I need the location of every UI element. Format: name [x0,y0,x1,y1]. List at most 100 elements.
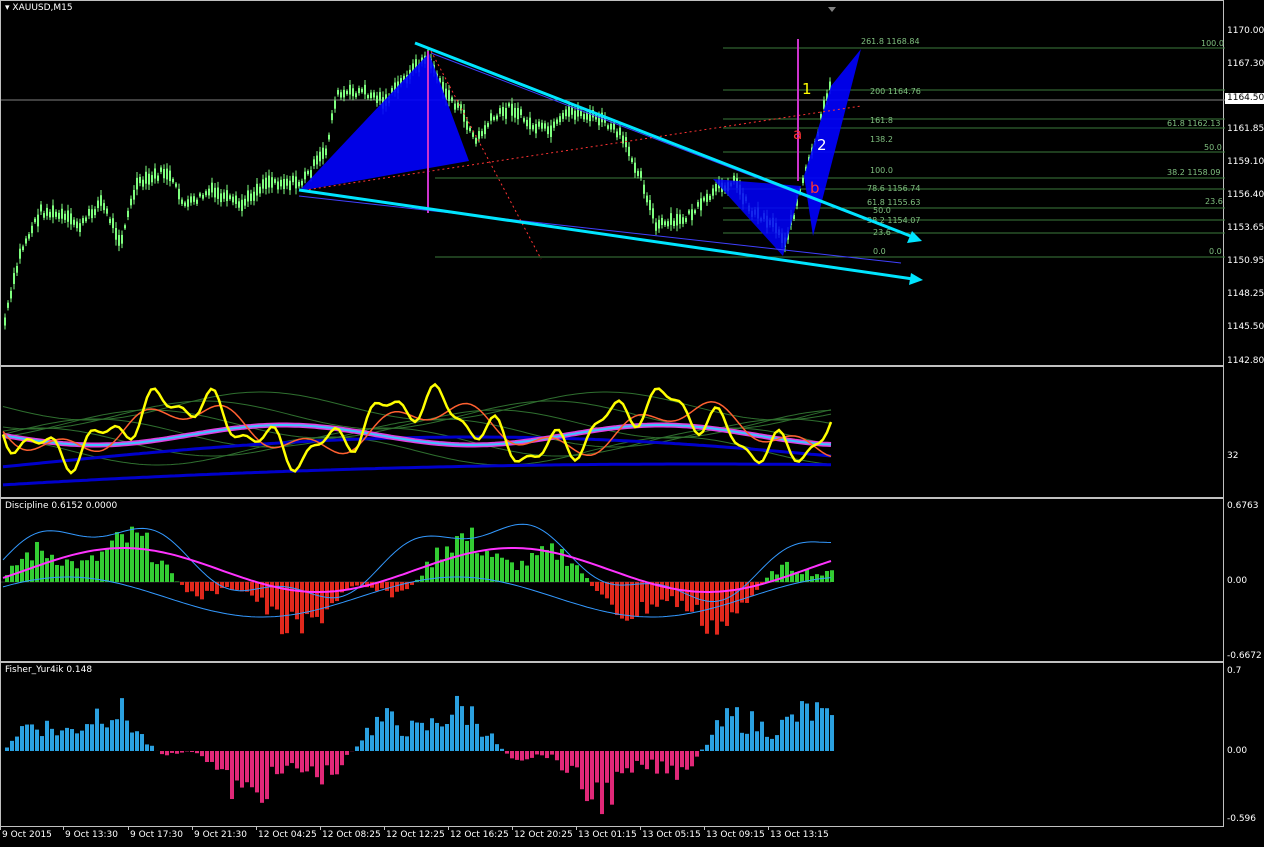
discipline-bar-negative [290,582,294,612]
discipline-bar-negative [355,582,359,586]
candle-body [346,90,348,95]
discipline-bar-negative [380,582,384,589]
price-chart-pane[interactable]: 261.8 1168.84 100.0 200 1164.76 161.8 61.8 1… [0,0,1225,367]
fisher-bar-negative [165,751,169,756]
candle-body [94,209,96,216]
price-axis-label: 1167.30 [1227,59,1264,69]
fisher-bar-positive [50,728,54,751]
candle-body [607,125,609,129]
discipline-bar-negative [595,582,599,591]
fibonacci-level-label: 38.2 1158.09 [1167,168,1220,177]
fisher-bar-negative [255,751,259,793]
candle-body [700,198,702,211]
discipline-bar-negative [610,582,614,605]
fisher-bar-negative [205,751,209,763]
fisher-bar-negative [560,751,564,771]
candle-body [559,116,561,123]
candle-body [616,131,618,138]
chart-menu-arrow-icon[interactable]: ▾ [5,3,10,13]
candle-body [55,211,57,217]
discipline-bar-positive [455,536,459,582]
discipline-bar-positive [470,527,474,582]
discipline-bar-negative [280,582,284,635]
symbol-timeframe-label: XAUUSD,M15 [12,3,73,13]
candle-body [685,218,687,222]
fisher-bar-positive [775,735,779,751]
discipline-bar-negative [605,582,609,599]
fisher-bar-positive [410,720,414,751]
fisher-bar-negative [310,751,314,767]
candle-body [367,94,369,99]
fisher-bar-positive [810,720,814,751]
discipline-axis-label: 0.6763 [1227,501,1259,511]
candle-body [649,200,651,211]
fisher-bar-positive [125,720,129,751]
candle-body [535,124,537,134]
fisher-bar-negative [210,751,214,762]
candle-body [523,118,525,122]
candle-body [202,194,204,199]
price-chart-canvas[interactable]: 261.8 1168.84 100.0 200 1164.76 161.8 61.8 1… [1,1,1225,367]
fisher-bar-positive [75,733,79,751]
fisher-bar-positive [825,708,829,751]
candle-body [454,103,456,110]
fibonacci-level-label: 78.6 1156.74 [867,184,920,193]
candle-body [457,102,459,108]
discipline-bar-negative [590,582,594,587]
candle-body [364,84,366,95]
candle-body [361,88,363,93]
candle-body [481,131,483,137]
wave-label-w2: 2 [817,136,827,154]
fisher-bar-negative [260,751,264,803]
trendline-arrow-icon [909,273,923,285]
discipline-bar-positive [445,546,449,582]
discipline-bar-positive [75,568,79,582]
discipline-bar-negative [720,582,724,622]
candle-body [562,112,564,119]
candle-body [634,162,636,173]
fisher-bar-positive [115,719,119,751]
candle-body [103,203,105,211]
fisher-bar-positive [425,730,429,751]
candle-body [277,181,279,190]
bands-oscillator-pane[interactable] [0,366,1224,498]
discipline-bar-positive [120,534,124,582]
fisher-bar-negative [335,751,339,775]
discipline-axis-label: 0.00 [1227,576,1248,586]
fisher-bar-positive [475,723,479,751]
fisher-bar-positive [455,695,459,751]
time-axis-label: 12 Oct 12:25 [386,830,445,840]
fisher-bar-negative [280,751,284,774]
candle-body [301,180,303,186]
discipline-indicator-pane[interactable]: Discipline 0.6152 0.0000 [0,498,1224,662]
discipline-histogram-canvas [1,523,834,635]
candle-body [43,213,45,218]
discipline-bar-negative [315,582,319,617]
discipline-bar-negative [695,582,699,605]
candle-body [169,170,171,182]
fisher-bar-negative [220,751,224,770]
fisher-bar-positive [70,729,74,751]
fisher-indicator-pane[interactable]: Fisher_Yur4ik 0.148 [0,662,1224,827]
candle-body [283,179,285,190]
fibonacci-level-label: 23.6 [1205,197,1223,206]
fisher-bar-positive [460,706,464,751]
fisher-bar-negative [670,751,674,766]
discipline-bar-positive [575,565,579,582]
candle-body [130,198,132,206]
price-axis-label: 1170.00 [1227,26,1264,36]
discipline-bar-positive [140,535,144,582]
discipline-bar-positive [40,550,44,582]
candle-body [235,195,237,204]
candle-body [148,173,150,185]
discipline-bar-positive [490,556,494,582]
candle-body [292,175,294,183]
candle-body [583,114,585,120]
discipline-bar-positive [465,541,469,582]
candle-body [232,196,234,203]
discipline-bar-positive [25,552,29,582]
discipline-bar-positive [810,576,814,582]
candle-body [13,273,15,284]
candle-body [610,123,612,130]
fisher-bar-positive [370,735,374,751]
